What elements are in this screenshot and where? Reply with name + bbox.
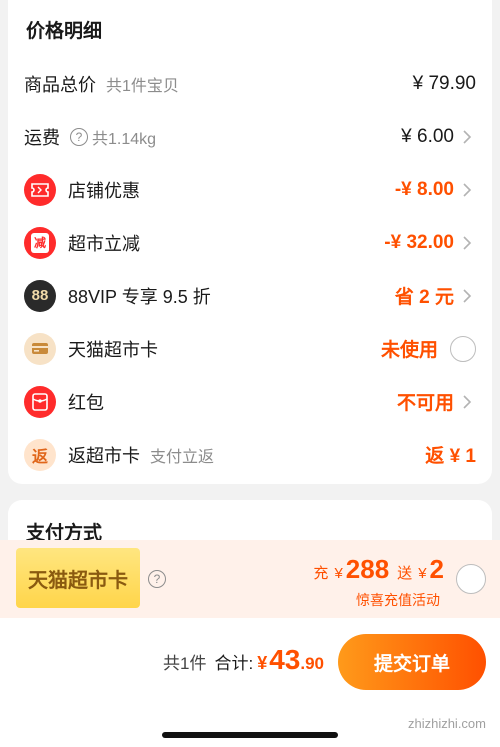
watermark: zhizhizhi.com <box>407 716 486 731</box>
promo-offer: 充 ¥ 288 送 ¥ 2 <box>313 554 444 585</box>
promo-radio[interactable] <box>456 564 486 594</box>
store-coupon-icon <box>24 173 56 206</box>
wallet-card-icon <box>24 332 56 365</box>
tmall-card-label: 天猫超市卡 <box>68 339 158 360</box>
chevron-right-icon <box>458 287 476 305</box>
row-88vip[interactable]: 88 88VIP 专享 9.5 折 省 2 元 <box>8 269 492 322</box>
vip-saving-value: 省 2 元 <box>394 287 454 308</box>
cashback-note: 支付立返 <box>150 448 215 466</box>
red-packet-icon <box>24 385 56 418</box>
home-indicator <box>162 732 338 738</box>
tmall-card-badge: 天猫超市卡 <box>16 548 140 608</box>
shipping-weight: 共1.14kg <box>92 130 157 148</box>
red-packet-label: 红包 <box>68 392 104 413</box>
shipping-label: 运费 <box>24 127 60 148</box>
tmall-card-radio[interactable] <box>450 335 476 362</box>
row-market-discount[interactable]: 减 超市立减 -¥ 32.00 <box>8 216 492 269</box>
goods-count: 共1件宝贝 <box>106 77 179 95</box>
total-decimal: .90 <box>300 654 324 673</box>
recharge-promo[interactable]: 天猫超市卡 ? 充 ¥ 288 送 ¥ 2 惊喜充值活动 <box>0 540 500 618</box>
item-count: 共1件 <box>162 654 207 673</box>
charge-prefix: 充 <box>313 565 329 582</box>
price-detail-title: 价格明细 <box>26 21 103 42</box>
vip88-icon: 88 <box>24 279 56 312</box>
row-store-discount[interactable]: 店铺优惠 -¥ 8.00 <box>8 163 492 216</box>
row-red-packet[interactable]: 红包 不可用 <box>8 375 492 428</box>
market-discount-label: 超市立减 <box>68 233 140 254</box>
charge-currency: ¥ <box>334 565 343 582</box>
cashback-icon: 返 <box>24 438 56 471</box>
total-integer: 43 <box>269 644 301 675</box>
total-label: 合计: <box>214 654 254 673</box>
chevron-right-icon <box>458 393 476 411</box>
question-icon[interactable]: ? <box>148 570 166 588</box>
charge-amount: 288 <box>345 554 390 584</box>
vip-label: 88VIP 专享 9.5 折 <box>68 286 211 307</box>
chevron-right-icon <box>458 128 476 146</box>
chevron-right-icon <box>458 234 476 252</box>
order-total: 共1件 合计: ¥ 43 .90 <box>163 644 324 676</box>
checkout-footer: 共1件 合计: ¥ 43 .90 提交订单 zhizhizhi.com <box>0 618 500 747</box>
row-tmall-card[interactable]: 天猫超市卡 未使用 <box>8 322 492 375</box>
store-discount-value: -¥ 8.00 <box>394 178 454 200</box>
row-shipping[interactable]: 运费 ? 共1.14kg ¥ 6.00 <box>8 110 492 163</box>
gift-prefix: 送 <box>397 565 413 582</box>
gift-amount: 2 <box>429 554 444 584</box>
submit-order-button[interactable]: 提交订单 <box>338 634 486 690</box>
chevron-right-icon <box>458 181 476 199</box>
question-icon[interactable]: ? <box>70 127 88 146</box>
tmall-card-status: 未使用 <box>380 340 438 361</box>
total-currency: ¥ <box>257 653 268 673</box>
shipping-value: ¥ 6.00 <box>401 125 454 147</box>
store-discount-label: 店铺优惠 <box>68 180 140 201</box>
cashback-label: 返超市卡 <box>68 445 140 466</box>
market-discount-value: -¥ 32.00 <box>384 231 454 253</box>
goods-total-value: ¥ 79.90 <box>412 72 476 94</box>
row-cashback-card: 返 返超市卡 支付立返 返 ¥ 1 <box>8 428 492 481</box>
goods-total-label: 商品总价 <box>24 74 96 95</box>
market-discount-icon: 减 <box>24 226 56 259</box>
price-detail-card: 价格明细 商品总价 共1件宝贝 ¥ 79.90 运费 ? 共1.14kg ¥ 6… <box>8 0 492 484</box>
promo-subtitle: 惊喜充值活动 <box>356 592 440 608</box>
gift-currency: ¥ <box>418 565 427 582</box>
cashback-value: 返 ¥ 1 <box>425 446 476 467</box>
red-packet-status: 不可用 <box>396 393 454 414</box>
row-goods-total: 商品总价 共1件宝贝 ¥ 79.90 <box>8 57 492 110</box>
